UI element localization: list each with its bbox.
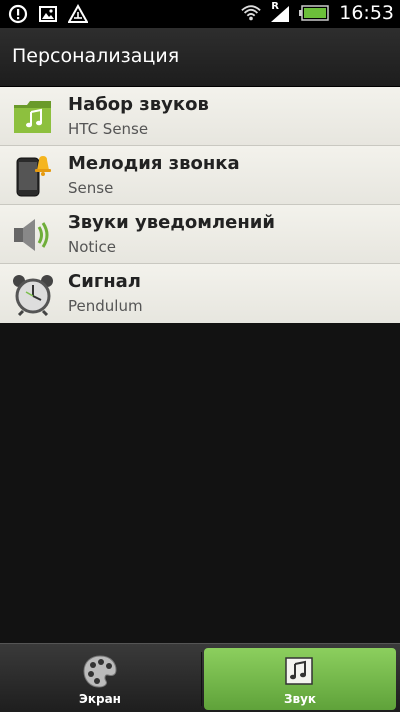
roaming-letter: R [271, 1, 279, 12]
palette-icon [82, 654, 118, 688]
image-icon [38, 4, 58, 24]
tab-sound[interactable]: Звук [204, 648, 396, 710]
title-bar: Персонализация [0, 28, 400, 87]
music-note-icon [283, 654, 317, 688]
folder-music-icon [11, 95, 55, 139]
signal-icon: R [269, 1, 291, 23]
list-item-ringtone[interactable]: Мелодия звонка Sense [0, 146, 400, 205]
alert-icon [8, 4, 28, 24]
list-item-subtitle: Notice [68, 238, 116, 256]
list-item-title: Звуки уведомлений [68, 212, 276, 233]
bottom-tab-bar: Экран Звук [0, 643, 400, 712]
clock: 16:53 [339, 2, 394, 24]
list-item-alarm[interactable]: Сигнал Pendulum [0, 264, 400, 323]
status-bar-system: R 16:53 [241, 1, 394, 24]
list-item-title: Набор звуков [68, 94, 209, 115]
page-title: Персонализация [12, 45, 180, 67]
alarm-clock-icon [11, 272, 55, 317]
tab-label: Экран [79, 692, 121, 706]
list-item-title: Сигнал [68, 271, 141, 292]
list-item-sound-set[interactable]: Набор звуков HTC Sense [0, 87, 400, 146]
settings-list: Набор звуков HTC Sense Мелодия звонка Se… [0, 87, 400, 323]
tab-screen[interactable]: Экран [0, 648, 200, 710]
speaker-icon [11, 213, 55, 257]
list-item-subtitle: HTC Sense [68, 120, 149, 138]
wifi-icon [241, 3, 261, 23]
triangle-warning-icon [68, 4, 88, 24]
list-item-notification-sounds[interactable]: Звуки уведомлений Notice [0, 205, 400, 264]
tab-label: Звук [283, 692, 317, 706]
list-item-title: Мелодия звонка [68, 153, 240, 174]
status-bar: R 16:53 [0, 0, 400, 28]
battery-icon [299, 3, 329, 23]
phone-bell-icon [11, 154, 55, 198]
list-item-subtitle: Sense [68, 179, 114, 197]
status-bar-notifications [8, 4, 88, 24]
tab-divider [201, 652, 202, 706]
list-item-subtitle: Pendulum [68, 297, 143, 315]
